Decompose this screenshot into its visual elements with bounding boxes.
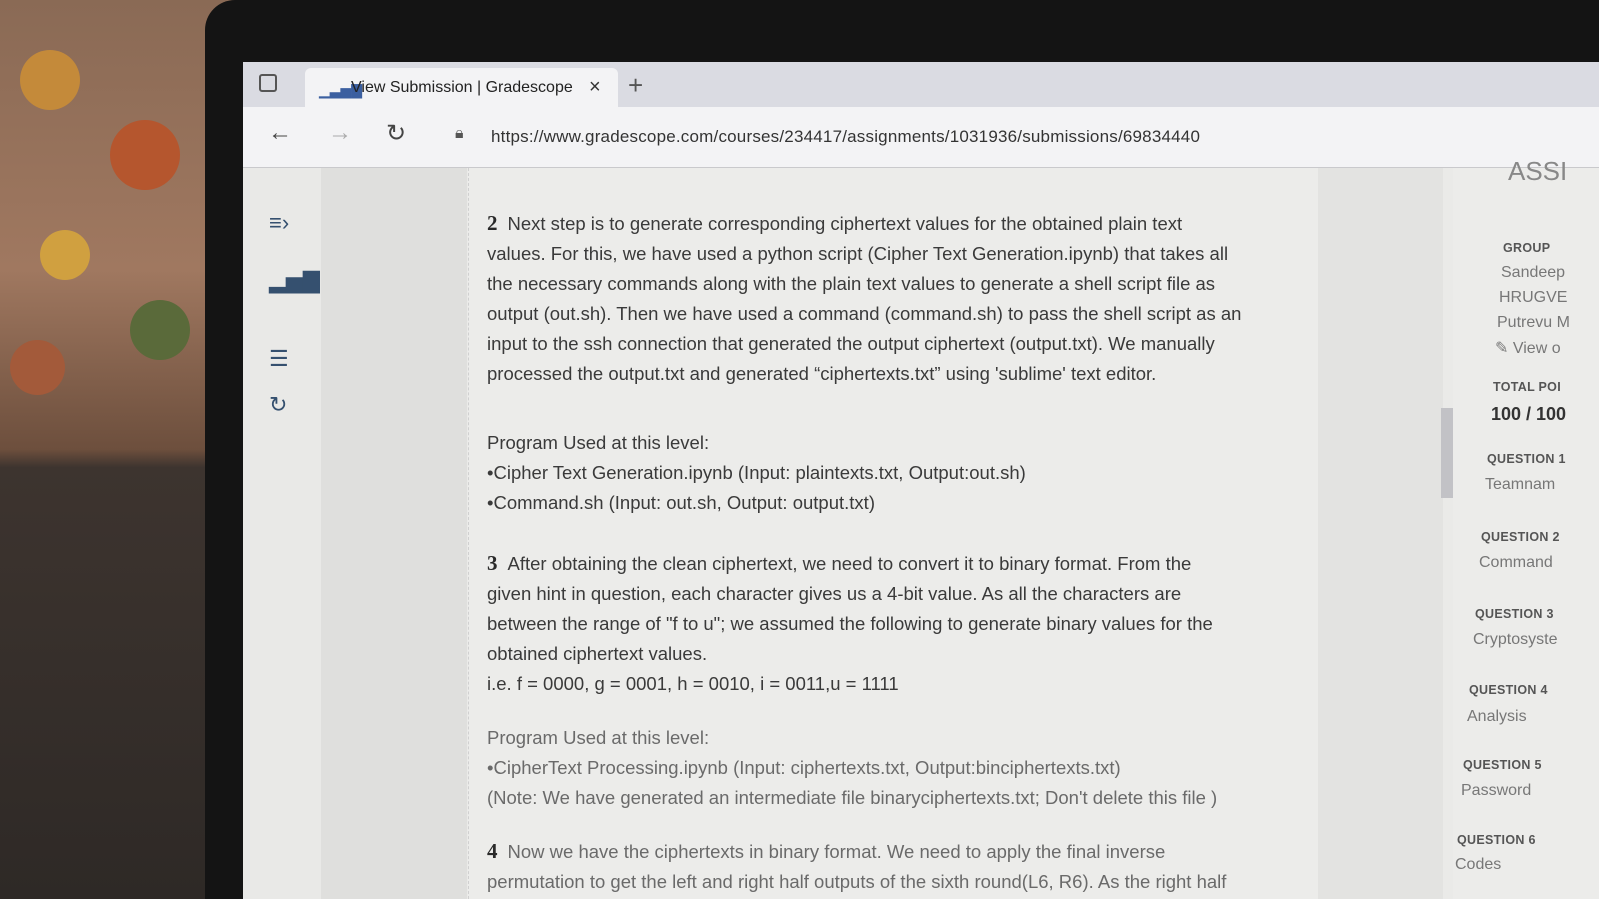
program-heading: Program Used at this level: bbox=[487, 432, 710, 453]
tab-actions-icon[interactable] bbox=[259, 74, 277, 92]
text-line: 3 After obtaining the clean ciphertext, w… bbox=[487, 551, 1192, 575]
text-line: values. For this, we have used a python … bbox=[487, 243, 1229, 264]
text-line: processed the output.txt and generated “… bbox=[487, 363, 1157, 384]
program-heading: Program Used at this level: bbox=[487, 727, 710, 748]
group-label: GROUP bbox=[1503, 241, 1551, 255]
question-1-link[interactable]: Teamnam bbox=[1485, 476, 1555, 494]
question-5-link[interactable]: Password bbox=[1461, 782, 1531, 800]
program-item: •Cipher Text Generation.ipynb (Input: pl… bbox=[487, 462, 1026, 483]
flower-pattern bbox=[130, 300, 190, 360]
text-line: 4 Now we have the ciphertexts in binary f… bbox=[487, 839, 1166, 863]
tab-gradescope[interactable]: ▁▃▅▇ View Submission | Gradescope × bbox=[305, 68, 618, 107]
view-group-link[interactable]: ✎ View o bbox=[1495, 338, 1561, 358]
text-line: the necessary commands along with the pl… bbox=[487, 273, 1216, 294]
question-4-link[interactable]: Analysis bbox=[1467, 708, 1527, 726]
regrade-icon[interactable]: ↻ bbox=[269, 392, 287, 418]
question-2-link[interactable]: Command bbox=[1479, 554, 1553, 572]
background-photo bbox=[0, 0, 240, 899]
tab-bar: ▁▃▅▇ View Submission | Gradescope × + bbox=[243, 62, 1599, 107]
text-line: output (out.sh). Then we have used a com… bbox=[487, 303, 1242, 324]
flower-pattern bbox=[40, 230, 90, 280]
flower-pattern bbox=[110, 120, 180, 190]
section-4: 4 Now we have the ciphertexts in binary f… bbox=[487, 836, 1297, 897]
pencil-icon: ✎ bbox=[1495, 340, 1509, 357]
sidebar-header: ASSI bbox=[1508, 156, 1568, 186]
address-bar: ← → ↻ 🔒︎ https://www.gradescope.com/cour… bbox=[243, 107, 1599, 168]
list-icon[interactable]: ☰ bbox=[269, 346, 289, 372]
viewer-gutter bbox=[321, 168, 467, 899]
section-3: 3 After obtaining the clean ciphertext, w… bbox=[487, 548, 1297, 699]
section-3-programs: Program Used at this level: •CipherText … bbox=[487, 723, 1297, 813]
text-line: 2 Next step is to generate corresponding … bbox=[487, 211, 1183, 235]
left-nav: ≡› ▂▅▇ ☰ ↻ bbox=[243, 168, 322, 899]
lock-icon[interactable]: 🔒︎ bbox=[455, 125, 464, 143]
menu-expand-icon[interactable]: ≡› bbox=[269, 210, 289, 236]
total-points-value: 100 / 100 bbox=[1491, 404, 1567, 424]
section-2: 2 Next step is to generate corresponding … bbox=[487, 208, 1297, 389]
question-3-link[interactable]: Cryptosyste bbox=[1473, 631, 1557, 649]
section-number: 4 bbox=[487, 839, 498, 863]
assignment-sidebar: ASSI GROUP Sandeep HRUGVE Putrevu M ✎ Vi… bbox=[1453, 156, 1599, 899]
section-number: 3 bbox=[487, 551, 498, 575]
submission-document: 2 Next step is to generate corresponding … bbox=[468, 168, 1320, 899]
text-line: obtained ciphertext values. bbox=[487, 643, 708, 664]
section-number: 2 bbox=[487, 211, 498, 235]
group-member: Putrevu M bbox=[1497, 314, 1570, 331]
flower-pattern bbox=[20, 50, 80, 110]
flower-pattern bbox=[10, 340, 65, 395]
text-line: between the range of "f to u"; we assume… bbox=[487, 613, 1213, 634]
note-text: (Note: We have generated an intermediate… bbox=[487, 787, 1218, 808]
back-icon[interactable]: ← bbox=[268, 119, 292, 147]
close-tab-icon[interactable]: × bbox=[589, 76, 601, 99]
text-line: given hint in question, each character g… bbox=[487, 583, 1182, 604]
total-points-label: TOTAL POI bbox=[1493, 380, 1561, 394]
question-2-label: QUESTION 2 bbox=[1481, 530, 1560, 544]
tab-title: View Submission | Gradescope bbox=[351, 79, 573, 96]
question-5-label: QUESTION 5 bbox=[1463, 758, 1542, 772]
question-3-label: QUESTION 3 bbox=[1475, 607, 1554, 621]
group-member: Sandeep bbox=[1501, 264, 1566, 281]
browser-window: ▁▃▅▇ View Submission | Gradescope × + ← … bbox=[243, 62, 1599, 899]
program-item: •Command.sh (Input: out.sh, Output: outp… bbox=[487, 492, 875, 513]
question-4-label: QUESTION 4 bbox=[1469, 683, 1548, 697]
program-item: •CipherText Processing.ipynb (Input: cip… bbox=[487, 757, 1121, 778]
reload-icon[interactable]: ↻ bbox=[386, 119, 406, 148]
forward-icon[interactable]: → bbox=[328, 119, 352, 147]
group-member: HRUGVE bbox=[1499, 289, 1568, 306]
section-2-programs: Program Used at this level: •Cipher Text… bbox=[487, 428, 1297, 518]
gradescope-page: ≡› ▂▅▇ ☰ ↻ 2 Next step is to generate cor… bbox=[243, 156, 1599, 899]
question-6-label: QUESTION 6 bbox=[1457, 833, 1536, 847]
question-6-link[interactable]: Codes bbox=[1455, 856, 1501, 874]
new-tab-button[interactable]: + bbox=[628, 70, 643, 101]
viewer-gutter-right bbox=[1318, 168, 1443, 899]
question-1-label: QUESTION 1 bbox=[1487, 452, 1566, 466]
url-field[interactable]: https://www.gradescope.com/courses/23441… bbox=[491, 127, 1200, 147]
text-line: i.e. f = 0000, g = 0001, h = 0010, i = 0… bbox=[487, 673, 899, 694]
statistics-icon[interactable]: ▂▅▇ bbox=[269, 268, 320, 294]
scrollbar-thumb[interactable] bbox=[1441, 408, 1453, 498]
text-line: input to the ssh connection that generat… bbox=[487, 333, 1215, 354]
text-line: permutation to get the left and right ha… bbox=[487, 871, 1227, 892]
